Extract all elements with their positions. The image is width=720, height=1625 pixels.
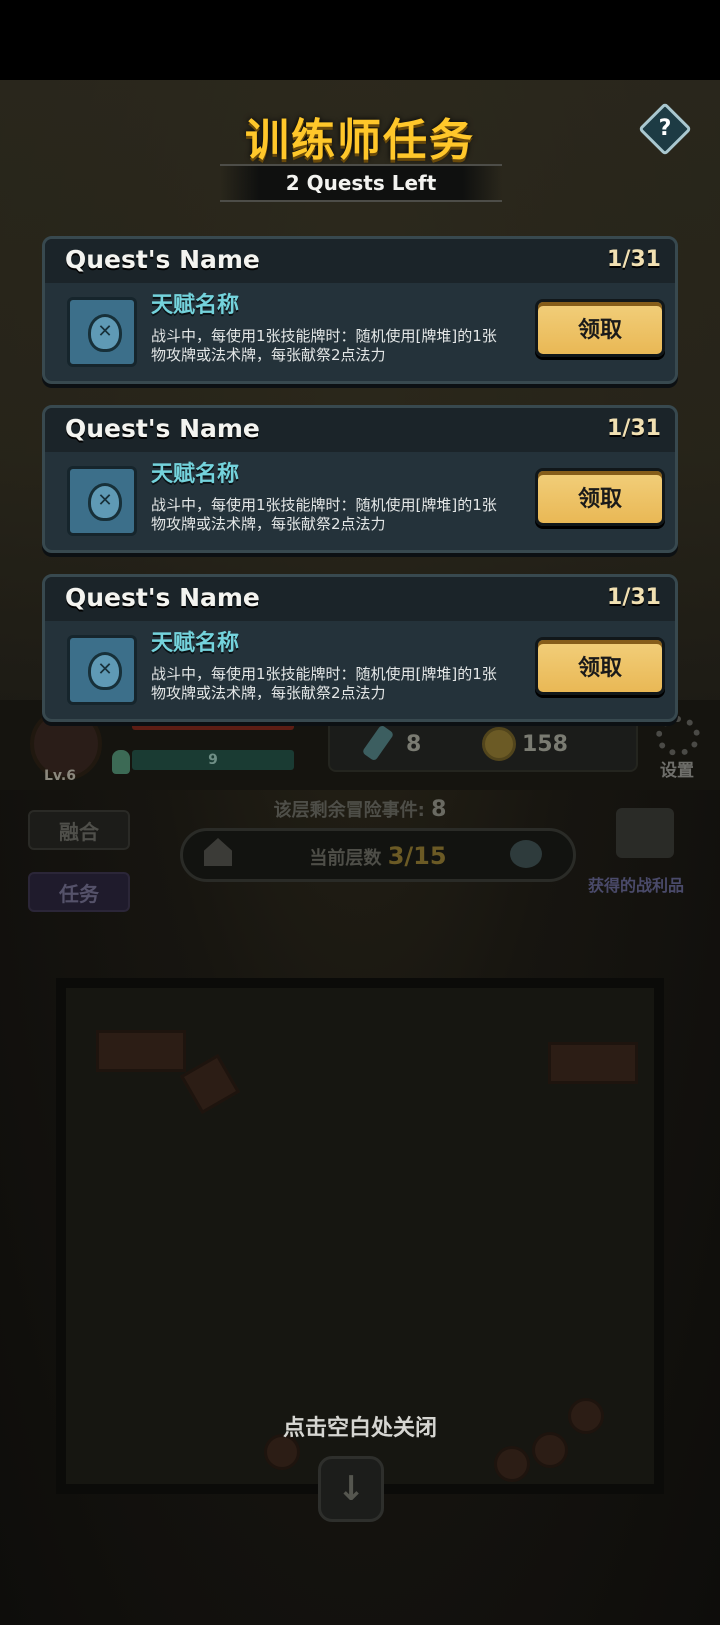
floor-label: 当前层数 — [309, 848, 382, 869]
potion-icon — [67, 635, 137, 705]
bottle-shape — [88, 314, 122, 352]
coin-count: 158 — [522, 732, 568, 757]
bottle-shape — [88, 652, 122, 690]
talent-description: 战斗中，每使用1张技能牌时：随机使用[牌堆]的1张物攻牌或法术牌，每张献祭2点法… — [151, 327, 497, 364]
quest-name: Quest's Name — [65, 414, 260, 443]
talent-name: 天赋名称 — [151, 631, 240, 656]
player-level: Lv.6 — [44, 768, 76, 784]
claim-button[interactable]: 领取 — [535, 299, 665, 357]
quest-progress: 1/31 — [607, 416, 661, 441]
talent-description: 战斗中，每使用1张技能牌时：随机使用[牌堆]的1张物攻牌或法术牌，每张献祭2点法… — [151, 665, 497, 702]
quest-card: Quest's Name 1/31 天赋名称 战斗中，每使用1张技能牌时：随机使… — [42, 236, 678, 384]
potion-icon — [67, 297, 137, 367]
arrow-down-icon[interactable]: ↓ — [318, 1456, 384, 1522]
quest-progress: 1/31 — [607, 247, 661, 272]
quest-name: Quest's Name — [65, 245, 260, 274]
task-button[interactable]: 任务 — [28, 872, 130, 912]
quest-card: Quest's Name 1/31 天赋名称 战斗中，每使用1张技能牌时：随机使… — [42, 574, 678, 722]
claim-button[interactable]: 领取 — [535, 468, 665, 526]
mp-bar: 9 — [132, 750, 294, 770]
treasure-chest-icon[interactable] — [616, 808, 674, 858]
quest-card: Quest's Name 1/31 天赋名称 战斗中，每使用1张技能牌时：随机使… — [42, 405, 678, 553]
loot-label[interactable]: 获得的战利品 — [588, 872, 684, 896]
floor-text: 当前层数 3/15 — [180, 842, 576, 870]
gear-icon[interactable] — [656, 716, 700, 756]
potion-icon — [67, 466, 137, 536]
quests-left-text: 2 Quests Left — [285, 171, 437, 195]
bottle-shape — [88, 483, 122, 521]
potion-icon — [112, 750, 130, 774]
popup-title: 训练师任务 — [245, 115, 475, 166]
remaining-events-value: 8 — [431, 797, 447, 822]
fuse-button[interactable]: 融合 — [28, 810, 130, 850]
floor-value: 3/15 — [387, 842, 447, 870]
close-hint[interactable]: 点击空白处关闭 — [0, 1410, 720, 1442]
talent-name: 天赋名称 — [151, 462, 240, 487]
gem-count: 8 — [406, 732, 422, 757]
crate-decoration — [96, 1030, 186, 1072]
remaining-events-label: 该层剩余冒险事件: — [273, 800, 425, 821]
quests-left-banner: 2 Quests Left — [220, 164, 502, 202]
talent-name: 天赋名称 — [151, 293, 240, 318]
talent-description: 战斗中，每使用1张技能牌时：随机使用[牌堆]的1张物攻牌或法术牌，每张献祭2点法… — [151, 496, 497, 533]
barrel-decoration — [494, 1446, 530, 1482]
coin-icon — [482, 727, 516, 761]
question-icon: ? — [658, 116, 672, 141]
quest-progress: 1/31 — [607, 585, 661, 610]
quest-name: Quest's Name — [65, 583, 260, 612]
claim-button[interactable]: 领取 — [535, 637, 665, 695]
settings-label[interactable]: 设置 — [660, 756, 694, 781]
crate-decoration — [548, 1042, 638, 1084]
